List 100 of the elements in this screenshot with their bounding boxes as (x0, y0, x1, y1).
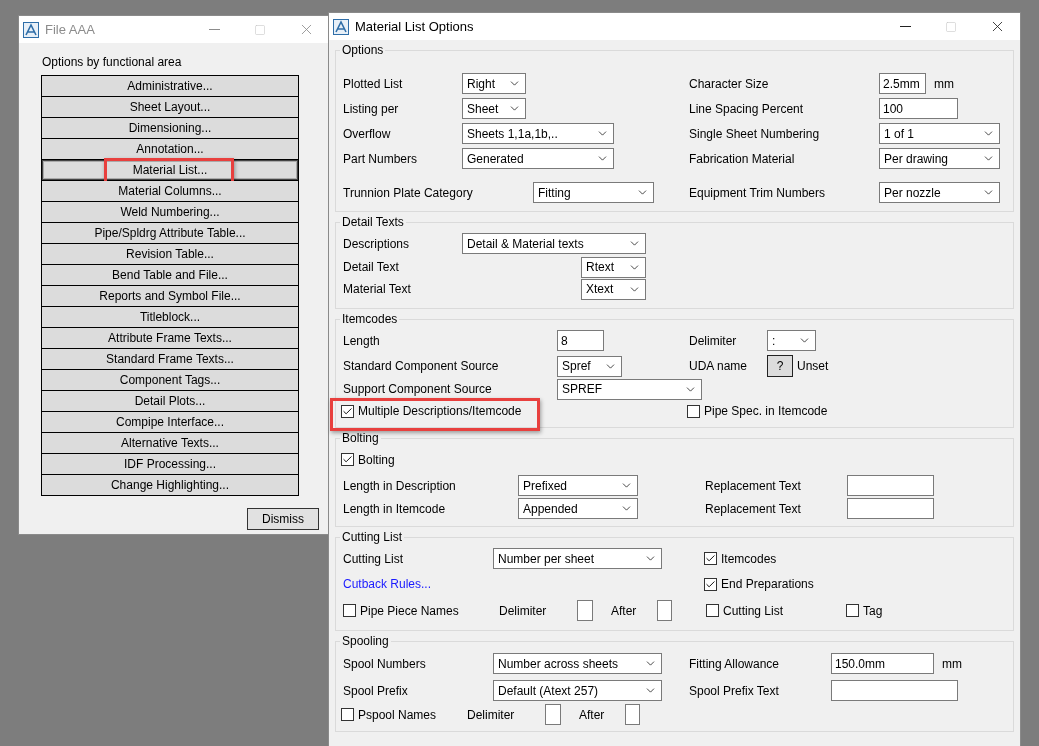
dropdown[interactable]: Right (462, 73, 526, 94)
input-field[interactable]: 150.0mm (831, 653, 934, 674)
checkbox[interactable] (704, 552, 717, 565)
input-field[interactable] (625, 704, 640, 725)
input-field[interactable] (657, 600, 672, 621)
minimize-icon (899, 26, 911, 27)
input-field[interactable] (847, 498, 934, 519)
option-button[interactable]: Change Highlighting... (42, 475, 298, 495)
app-logo-icon (23, 21, 39, 38)
option-button[interactable]: Bend Table and File... (42, 265, 298, 285)
option-button[interactable]: Detail Plots... (42, 391, 298, 411)
checkbox[interactable] (704, 577, 717, 591)
field-label: Spool Prefix Text (689, 683, 779, 698)
input-field[interactable] (545, 704, 561, 725)
option-button[interactable]: Reports and Symbol File... (42, 286, 298, 306)
link[interactable]: Cutback Rules... (343, 577, 432, 591)
input-field[interactable]: 2.5mm (879, 73, 926, 94)
option-button[interactable]: Material Columns... (42, 181, 298, 201)
checkbox-label[interactable]: Pipe Piece Names (360, 603, 459, 618)
option-button[interactable]: Titleblock... (42, 307, 298, 327)
group-title: Itemcodes (341, 312, 399, 326)
check-icon (705, 553, 716, 564)
dropdown[interactable]: Default (Atext 257) (493, 680, 662, 701)
option-button[interactable]: Alternative Texts... (42, 433, 298, 453)
checkbox-label[interactable]: Cutting List (723, 603, 784, 618)
checkbox[interactable] (343, 604, 356, 617)
checkbox-label[interactable]: Pspool Names (358, 707, 437, 722)
option-button[interactable]: Dimensioning... (42, 118, 298, 138)
option-button[interactable]: Component Tags... (42, 370, 298, 390)
field-label: Part Numbers (343, 151, 418, 166)
field-label: Line Spacing Percent (689, 101, 804, 116)
option-button[interactable]: Pipe/Spldrg Attribute Table... (42, 223, 298, 243)
option-button[interactable]: Attribute Frame Texts... (42, 328, 298, 348)
option-button[interactable]: IDF Processing... (42, 454, 298, 474)
field-label: Replacement Text (705, 501, 801, 516)
dropdown[interactable]: Prefixed (518, 475, 638, 496)
group-title: Bolting (341, 431, 380, 445)
checkbox-label[interactable]: Pipe Spec. in Itemcode (704, 404, 828, 418)
dropdown[interactable]: Appended (518, 498, 638, 519)
field-label: Length in Itemcode (343, 501, 446, 516)
dropdown[interactable]: Number across sheets (493, 653, 662, 674)
dismiss-button[interactable]: Dismiss (247, 508, 319, 530)
dropdown[interactable]: Sheet (462, 98, 526, 119)
check-icon (705, 578, 716, 590)
checkbox-label[interactable]: End Preparations (721, 577, 814, 591)
option-button[interactable]: Administrative... (42, 76, 298, 96)
dropdown[interactable]: Per drawing (879, 148, 1000, 169)
minimize-icon (208, 29, 220, 30)
checkbox[interactable] (341, 453, 354, 466)
field-label: Length in Description (343, 478, 456, 493)
checkbox-label[interactable]: Tag (863, 603, 883, 618)
checkbox[interactable] (341, 404, 354, 418)
field-label: Listing per (343, 101, 399, 116)
option-button[interactable]: Sheet Layout... (42, 97, 298, 117)
dropdown[interactable]: Generated (462, 148, 614, 169)
dropdown[interactable]: Number per sheet (493, 548, 662, 569)
checkbox[interactable] (706, 604, 719, 617)
checkbox[interactable] (341, 708, 354, 721)
input-field[interactable] (577, 600, 593, 621)
field-label: Length (343, 333, 380, 348)
dropdown[interactable]: : (767, 330, 816, 351)
dropdown[interactable]: Sheets 1,1a,1b,.. (462, 123, 614, 144)
input-field[interactable]: 100 (879, 98, 958, 119)
checkbox[interactable] (687, 404, 700, 418)
field-label: Delimiter (689, 333, 737, 348)
input-field[interactable] (847, 475, 934, 496)
check-icon (342, 454, 353, 465)
field-label: Delimiter (467, 707, 515, 722)
checkbox-label[interactable]: Bolting (358, 452, 395, 467)
window-title: File AAA (45, 22, 96, 37)
input-field[interactable] (831, 680, 958, 701)
field-label: After (611, 603, 637, 618)
dropdown[interactable]: Detail & Material texts (462, 233, 646, 254)
option-button[interactable]: Annotation... (42, 139, 298, 159)
option-button[interactable]: Material List... (42, 160, 298, 180)
option-button[interactable]: Revision Table... (42, 244, 298, 264)
field-label: Single Sheet Numbering (689, 126, 820, 141)
dropdown[interactable]: Fitting (533, 182, 654, 203)
window-title: Material List Options (355, 19, 475, 34)
field-label: Detail Text (343, 260, 399, 274)
dropdown[interactable]: 1 of 1 (879, 123, 1000, 144)
section-heading: Options by functional area (42, 55, 183, 69)
field-label: Material Text (343, 282, 411, 296)
field-label: mm (934, 76, 954, 91)
checkbox[interactable] (846, 604, 859, 617)
checkbox-label[interactable]: Multiple Descriptions/Itemcode (358, 404, 522, 418)
checkbox-label[interactable]: Itemcodes (721, 551, 777, 566)
help-button[interactable]: ? (767, 355, 793, 377)
group-title: Cutting List (341, 530, 404, 544)
dropdown[interactable]: Spref (557, 355, 622, 377)
dropdown[interactable]: SPREF (557, 378, 702, 400)
option-button[interactable]: Standard Frame Texts... (42, 349, 298, 369)
option-button[interactable]: Compipe Interface... (42, 412, 298, 432)
input-field[interactable]: 8 (557, 330, 604, 351)
dropdown[interactable]: Xtext (581, 278, 646, 300)
dropdown[interactable]: Per nozzle (879, 182, 1000, 203)
option-button[interactable]: Weld Numbering... (42, 202, 298, 222)
field-label: Spool Numbers (343, 656, 426, 671)
dropdown[interactable]: Rtext (581, 256, 646, 278)
maximize-icon (945, 20, 957, 33)
